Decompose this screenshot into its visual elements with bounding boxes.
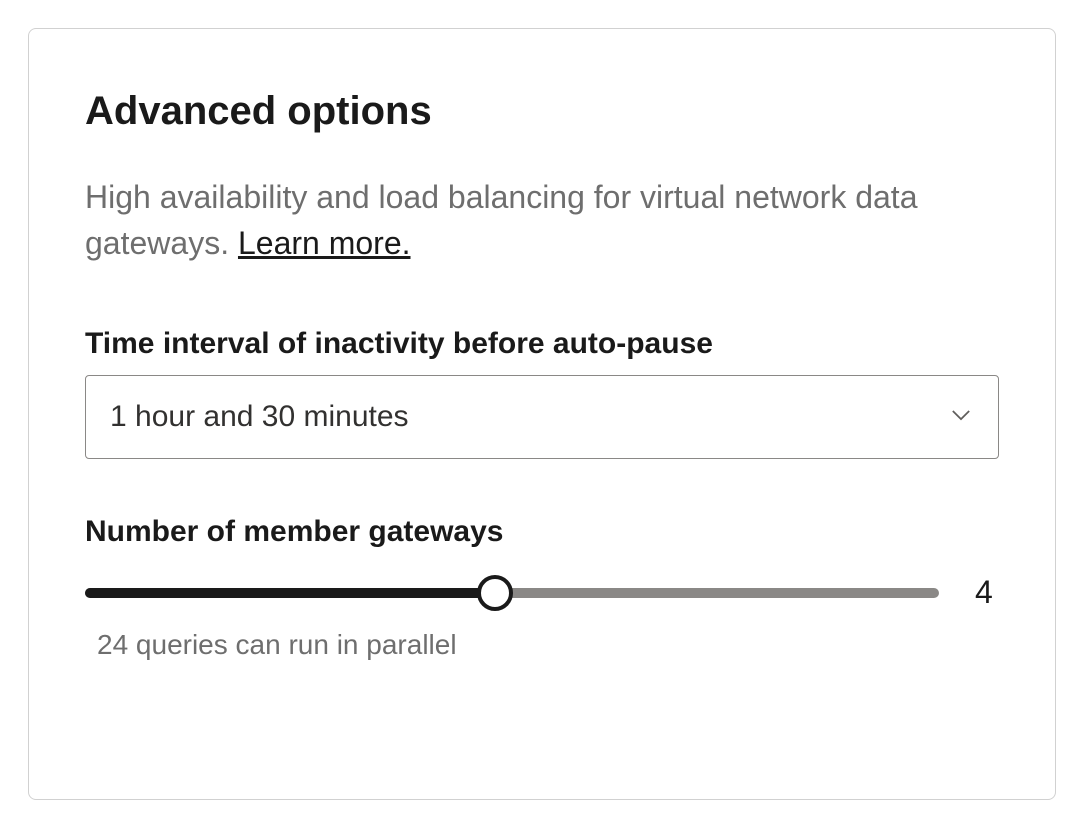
autopause-select[interactable]: 1 hour and 30 minutes bbox=[85, 375, 999, 459]
gateways-label: Number of member gateways bbox=[85, 515, 999, 549]
slider-fill bbox=[85, 588, 495, 598]
gateways-value: 4 bbox=[975, 574, 999, 611]
gateways-caption: 24 queries can run in parallel bbox=[97, 629, 999, 661]
gateways-slider-row: 4 bbox=[85, 573, 999, 613]
panel-description: High availability and load balancing for… bbox=[85, 174, 999, 267]
panel-description-text: High availability and load balancing for… bbox=[85, 179, 917, 261]
autopause-select-wrapper: 1 hour and 30 minutes bbox=[85, 375, 999, 459]
advanced-options-panel: Advanced options High availability and l… bbox=[28, 28, 1056, 800]
panel-title: Advanced options bbox=[85, 89, 999, 134]
gateways-slider[interactable] bbox=[85, 573, 939, 613]
slider-thumb[interactable] bbox=[477, 575, 513, 611]
autopause-label: Time interval of inactivity before auto-… bbox=[85, 327, 999, 361]
learn-more-link[interactable]: Learn more. bbox=[238, 225, 411, 261]
autopause-selected-value: 1 hour and 30 minutes bbox=[110, 400, 409, 434]
